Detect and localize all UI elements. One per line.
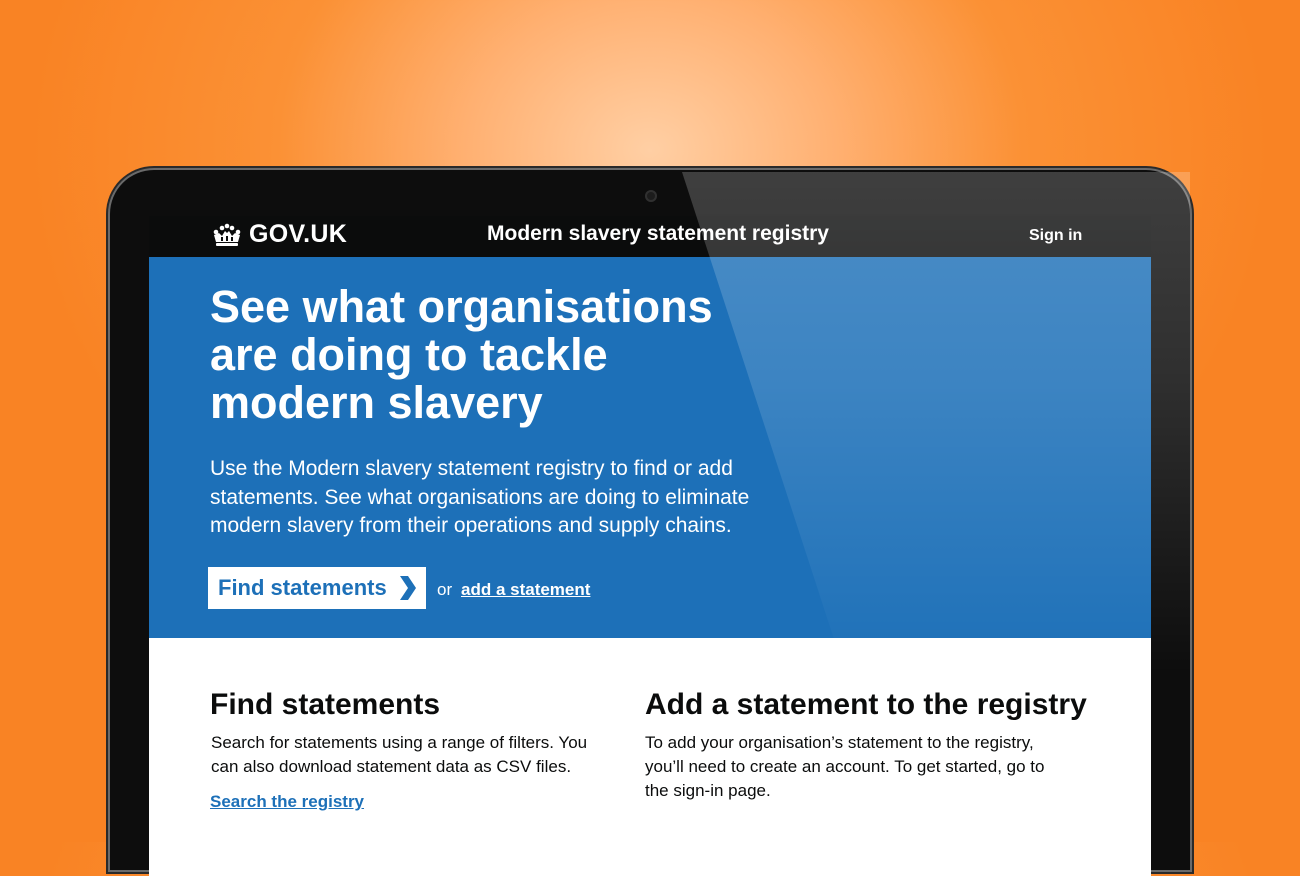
sign-in-link[interactable]: Sign in bbox=[1029, 227, 1082, 245]
service-name[interactable]: Modern slavery statement registry bbox=[487, 222, 829, 246]
or-text: or bbox=[437, 580, 453, 599]
find-statements-heading: Find statements bbox=[210, 688, 441, 721]
add-statement-text: To add your organisation’s statement to … bbox=[645, 733, 1045, 800]
search-registry-link[interactable]: Search the registry bbox=[210, 792, 364, 812]
add-statement-link[interactable]: add a statement bbox=[461, 580, 590, 600]
hero-title: See what organisations are doing to tack… bbox=[210, 281, 713, 428]
find-statements-button-label: Find statements bbox=[218, 575, 387, 600]
govuk-logo-text: GOV.UK bbox=[249, 220, 348, 248]
laptop-frame: GOV.UK Modern slavery statement registry… bbox=[110, 170, 1190, 876]
find-statements-text: Search for statements using a range of f… bbox=[211, 733, 588, 776]
add-statement-heading: Add a statement to the registry bbox=[645, 688, 1087, 721]
govuk-header: GOV.UK Modern slavery statement registry… bbox=[149, 216, 1151, 257]
govuk-logo-link[interactable]: GOV.UK bbox=[211, 220, 347, 249]
chevron-right-icon bbox=[399, 576, 416, 600]
crown-icon bbox=[213, 223, 241, 246]
find-statements-button[interactable]: Find statements bbox=[208, 567, 426, 609]
hero-description: Use the Modern slavery statement registr… bbox=[210, 457, 750, 537]
camera-icon bbox=[645, 190, 657, 202]
hero-banner: See what organisations are doing to tack… bbox=[149, 257, 1151, 638]
main-content: Find statements Search for statements us… bbox=[149, 638, 1151, 876]
browser-screen: GOV.UK Modern slavery statement registry… bbox=[149, 216, 1151, 876]
